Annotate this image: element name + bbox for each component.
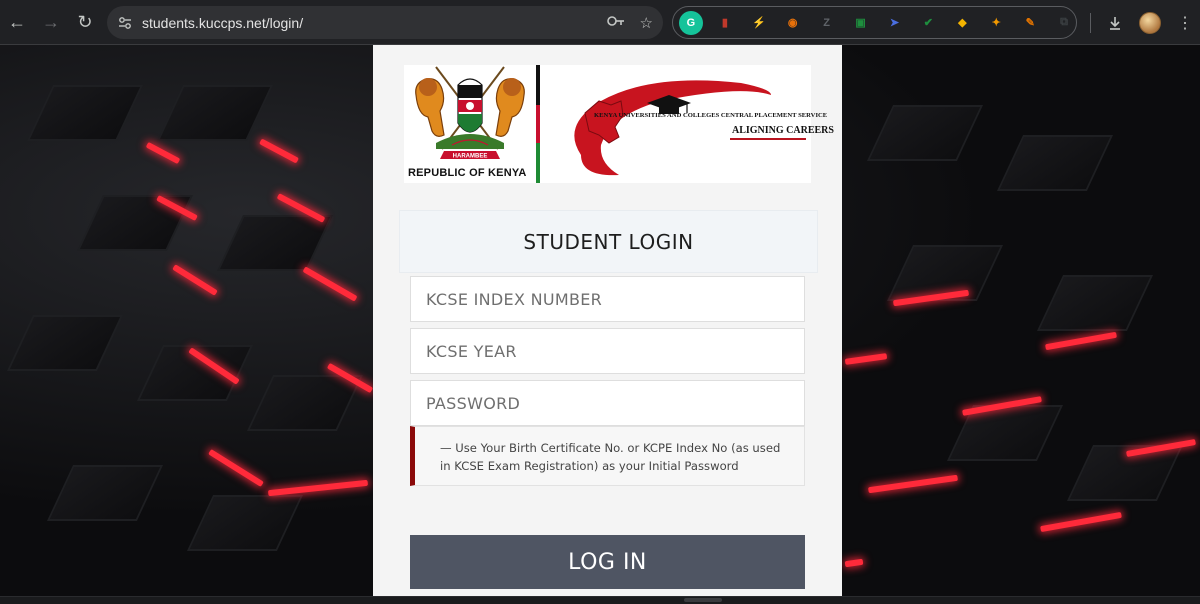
checkmark-extension-icon[interactable]: ✔ [916, 11, 940, 35]
background-hex-shape [26, 85, 144, 141]
address-bar[interactable]: students.kuccps.net/login/ ☆ [107, 6, 663, 39]
background-hex-shape [866, 105, 984, 161]
forward-icon[interactable]: → [34, 5, 68, 39]
download-icon[interactable] [1103, 11, 1127, 35]
login-heading-box: STUDENT LOGIN [399, 210, 818, 273]
login-button-label: LOG IN [568, 549, 647, 575]
red-glow-line [868, 474, 958, 494]
extensions-bar: G ▮ ⚡ ◉ Z ▣ ➤ ✔ ◆ ✦ ✎ ⧉ [672, 6, 1077, 39]
background-hex-shape [996, 135, 1114, 191]
background-hex-shape [1036, 275, 1154, 331]
kenya-flag-stripe [536, 65, 540, 183]
kuccps-logo [574, 80, 771, 176]
password-key-icon[interactable] [606, 14, 626, 32]
red-glow-line [1040, 511, 1122, 533]
page-title: STUDENT LOGIN [523, 229, 694, 254]
kcse-year-input[interactable] [410, 328, 805, 374]
drive-extension-icon[interactable]: ◆ [950, 11, 974, 35]
header-banner: HARAMBEE REPUBLIC OF KENYA KENYA UNIVERS… [404, 65, 834, 183]
back-icon[interactable]: ← [0, 5, 34, 39]
browser-toolbar: ← → ↻ students.kuccps.net/login/ ☆ G ▮ ⚡ ◉ Z… [0, 0, 1200, 45]
bottom-status-strip [0, 596, 1200, 604]
bottom-handle [684, 598, 722, 602]
bolt-extension-icon[interactable]: ⚡ [747, 11, 771, 35]
profile-avatar[interactable] [1139, 11, 1161, 34]
kenya-coat-of-arms-logo: HARAMBEE [415, 66, 525, 160]
toolbar-divider [1090, 12, 1091, 33]
z-extension-icon[interactable]: Z [815, 11, 839, 35]
login-button[interactable]: LOG IN [410, 535, 805, 589]
red-glow-line [208, 449, 264, 487]
site-settings-icon[interactable] [110, 8, 140, 38]
login-panel: HARAMBEE REPUBLIC OF KENYA KENYA UNIVERS… [373, 45, 842, 604]
red-glow-line [844, 558, 864, 568]
republic-caption: REPUBLIC OF KENYA [408, 167, 527, 179]
red-glow-line [302, 266, 358, 302]
background-hex-shape [1066, 445, 1184, 501]
reload-icon[interactable]: ↻ [68, 5, 102, 39]
grammarly-icon[interactable]: G [679, 10, 703, 35]
red-glow-line [267, 479, 369, 497]
background-hex-shape [6, 315, 124, 371]
tagline-underline [730, 138, 806, 140]
green-square-extension-icon[interactable]: ▣ [849, 11, 873, 35]
background-hex-shape [216, 215, 334, 271]
red-glow-line [259, 138, 299, 164]
chrome-color-extension-icon[interactable]: ◉ [781, 11, 805, 35]
kuccps-tagline: ALIGNING CAREERS [732, 125, 834, 136]
motto-ribbon-text: HARAMBEE [453, 154, 488, 160]
url-text[interactable]: students.kuccps.net/login/ [142, 15, 303, 31]
background-hex-shape [46, 465, 164, 521]
bookmark-star-icon[interactable]: ☆ [640, 14, 653, 32]
kebab-menu-icon[interactable]: ⋮ [1173, 11, 1197, 35]
pen-extension-icon[interactable]: ✎ [1018, 11, 1042, 35]
red-glow-line [172, 264, 218, 296]
background-hex-shape [156, 85, 274, 141]
password-hint-box: — Use Your Birth Certificate No. or KCPE… [410, 426, 805, 486]
puzzle-icon[interactable]: ⧉ [1052, 11, 1076, 35]
kuccps-title: KENYA UNIVERSITIES AND COLLEGES CENTRAL … [594, 112, 828, 119]
background-hex-shape [186, 495, 304, 551]
background-hex-shape [246, 375, 364, 431]
chart-extension-icon[interactable]: ▮ [713, 11, 737, 35]
red-glow-line [145, 141, 181, 165]
red-glow-line [844, 353, 888, 365]
red-glow-line [1045, 331, 1117, 351]
password-input[interactable] [410, 380, 805, 426]
kcse-index-input[interactable] [410, 276, 805, 322]
right-toolbar: ⋮ [1090, 6, 1197, 39]
telegram-extension-icon[interactable]: ➤ [883, 11, 907, 35]
password-hint-text: — Use Your Birth Certificate No. or KCPE… [440, 441, 781, 473]
keyword-extension-icon[interactable]: ✦ [984, 11, 1008, 35]
